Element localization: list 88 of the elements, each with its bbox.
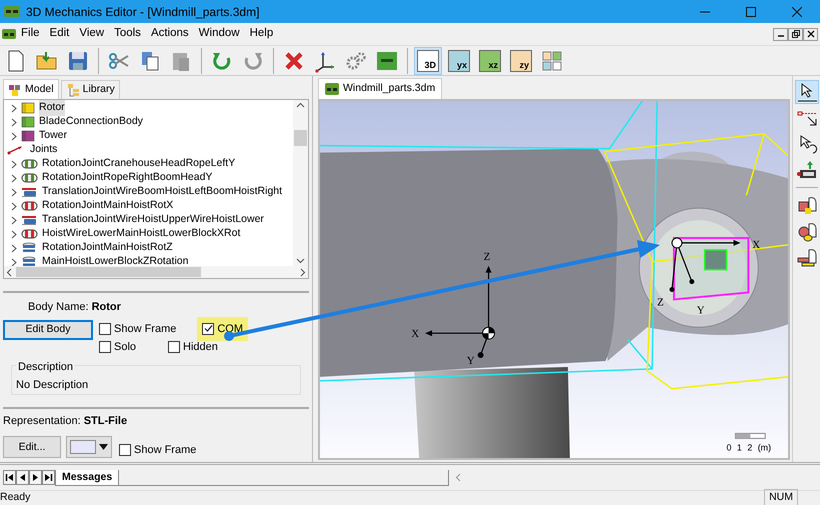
- axis-label: X: [752, 238, 760, 251]
- checkbox-box[interactable]: [202, 322, 214, 335]
- scroll-up-icon[interactable]: [296, 102, 305, 108]
- menu-item[interactable]: Edit: [44, 23, 74, 45]
- checkbox-box[interactable]: [168, 341, 180, 354]
- mdi-close-icon: [806, 29, 816, 39]
- first-page-icon[interactable]: [5, 473, 14, 482]
- scroll-thumb[interactable]: [16, 267, 201, 277]
- tree-item[interactable]: MainHoistLowerBlockZRotation: [42, 254, 188, 266]
- scale-label: 0 1 2 (m): [726, 442, 772, 452]
- representation-label: Representation: STL-File: [3, 414, 128, 428]
- panel-tab[interactable]: Library: [60, 80, 120, 99]
- previous-icon[interactable]: [18, 473, 27, 482]
- menu-item[interactable]: Tools: [109, 23, 146, 45]
- body-name-label: Body Name: Rotor: [27, 300, 122, 315]
- scroll-right-icon[interactable]: [300, 268, 306, 276]
- document-icon: [325, 82, 339, 95]
- checkbox-label: COM: [217, 322, 244, 336]
- panel-tab[interactable]: Model: [3, 79, 59, 99]
- checkbox[interactable]: Show Frame: [117, 441, 198, 460]
- close-icon[interactable]: [792, 6, 802, 16]
- document-icon: [2, 29, 16, 39]
- slider-joint-icon: [21, 214, 39, 226]
- blocks-icon: [8, 82, 22, 96]
- sphere-shapes-icon[interactable]: [796, 220, 818, 242]
- tree-item[interactable]: Rotor: [39, 100, 65, 116]
- folder-tree-icon: [66, 83, 80, 98]
- status-indicator: NUM: [764, 489, 798, 505]
- checkbox-box[interactable]: [99, 341, 111, 354]
- vertical-scrollbar[interactable]: [293, 100, 308, 266]
- edit-representation-button[interactable]: Edit...: [3, 436, 61, 458]
- mdi-minimize-button[interactable]: [773, 28, 788, 40]
- checkbox-label: Show Frame: [114, 322, 176, 336]
- menu-item[interactable]: File: [16, 23, 45, 45]
- checkbox[interactable]: Solo: [97, 338, 138, 356]
- app-logo-icon: [4, 6, 20, 17]
- axis-label: Z: [484, 250, 490, 263]
- tree-item[interactable]: HoistWireLowerMainHoistLowerBlockXRot: [42, 226, 240, 242]
- checkbox[interactable]: Hidden: [166, 338, 220, 356]
- tree-item[interactable]: RotationJointCranehouseHeadRopeLeftY: [42, 156, 236, 172]
- document-tab[interactable]: Windmill_parts.3dm: [318, 78, 442, 99]
- edit-body-button[interactable]: Edit Body: [3, 320, 93, 340]
- description-text: No Description: [16, 378, 90, 392]
- tree-item[interactable]: RotationJointRopeRightBoomHeadY: [42, 170, 212, 186]
- menu-item[interactable]: Actions: [146, 23, 194, 45]
- view-button[interactable]: 3D: [414, 46, 442, 74]
- tree-item[interactable]: RotationJointMainHoistRotX: [42, 198, 174, 214]
- mdi-close-button[interactable]: [803, 28, 818, 40]
- tree-item[interactable]: TranslationJointWireHoistUpperWireHoistLower: [42, 212, 264, 228]
- color-picker-dropdown[interactable]: [66, 436, 112, 458]
- caret-icon: [99, 444, 108, 450]
- messages-tab[interactable]: Messages: [55, 470, 120, 486]
- box-shapes-icon[interactable]: [796, 194, 818, 216]
- checkbox-label: Solo: [114, 340, 136, 355]
- mdi-restore-icon: [790, 29, 800, 39]
- tree-item[interactable]: Tower: [39, 128, 68, 144]
- maximize-icon[interactable]: [746, 6, 756, 16]
- tree-item[interactable]: RotationJointMainHoistRotZ: [42, 240, 173, 256]
- checkbox[interactable]: Show Frame: [97, 320, 178, 338]
- scroll-left-icon[interactable]: [6, 268, 12, 276]
- camera-icon[interactable]: [796, 159, 818, 181]
- checkbox-box[interactable]: [99, 322, 111, 335]
- axis-label: X: [411, 328, 420, 340]
- last-page-icon[interactable]: [44, 473, 53, 482]
- checkbox-label: Hidden: [183, 340, 218, 355]
- window-title: 3D Mechanics Editor - [Windmill_parts.3dm]: [26, 4, 260, 20]
- menu-item[interactable]: Window: [194, 23, 245, 45]
- axis-label: Y: [696, 304, 705, 316]
- status-text: Ready: [0, 490, 30, 505]
- mdi-restore-button[interactable]: [788, 28, 803, 40]
- scale-bar-icon: [734, 432, 766, 439]
- four-pane-layout-icon[interactable]: [540, 48, 564, 72]
- scroll-down-icon[interactable]: [296, 258, 305, 264]
- slider-joint-icon: [21, 186, 39, 198]
- next-icon[interactable]: [31, 473, 40, 482]
- checkbox-box[interactable]: [119, 444, 131, 456]
- checkbox-label: Show Frame: [134, 443, 196, 458]
- pointer-icon[interactable]: [796, 81, 818, 103]
- tree-item[interactable]: TranslationJointWireBoomHoistLeftBoomHoistRight: [42, 184, 282, 200]
- plate-shapes-icon[interactable]: [796, 246, 818, 268]
- menu-item[interactable]: View: [74, 23, 110, 45]
- tree-item[interactable]: BladeConnectionBody: [39, 114, 143, 130]
- tree-item[interactable]: Joints: [30, 142, 58, 158]
- menu-item[interactable]: Help: [244, 23, 278, 45]
- scroll-thumb[interactable]: [294, 130, 307, 146]
- horizontal-scrollbar[interactable]: [4, 266, 308, 278]
- axis-label: Z: [657, 296, 664, 308]
- axis-label: Y: [466, 354, 475, 367]
